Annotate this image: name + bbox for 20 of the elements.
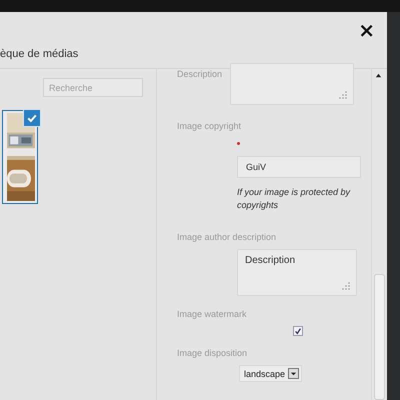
field-label: Image copyright: [177, 121, 242, 132]
scrollbar[interactable]: [371, 69, 386, 400]
media-thumbnail[interactable]: [2, 110, 38, 204]
resize-grip-icon[interactable]: [342, 282, 350, 290]
text-area[interactable]: Description: [237, 249, 357, 296]
field-label: Image disposition: [177, 348, 248, 359]
help-text: If your image is protected by copyrights: [237, 186, 352, 212]
field-label: Image author description: [177, 232, 278, 243]
scroll-up-icon[interactable]: [375, 72, 382, 79]
caret-icon[interactable]: [288, 368, 300, 379]
modal-title: èque de médias: [0, 48, 78, 60]
dropdown[interactable]: landscape: [239, 365, 302, 382]
field-label: Description: [177, 69, 222, 81]
text-input[interactable]: GuiV: [237, 156, 361, 178]
search-field[interactable]: Recherche: [43, 78, 143, 97]
checkmark-icon[interactable]: [23, 109, 41, 127]
field-label: Image watermark: [177, 309, 248, 320]
resize-grip-icon[interactable]: [339, 91, 348, 99]
close-button[interactable]: ×: [355, 20, 378, 40]
checkbox[interactable]: [293, 326, 303, 336]
